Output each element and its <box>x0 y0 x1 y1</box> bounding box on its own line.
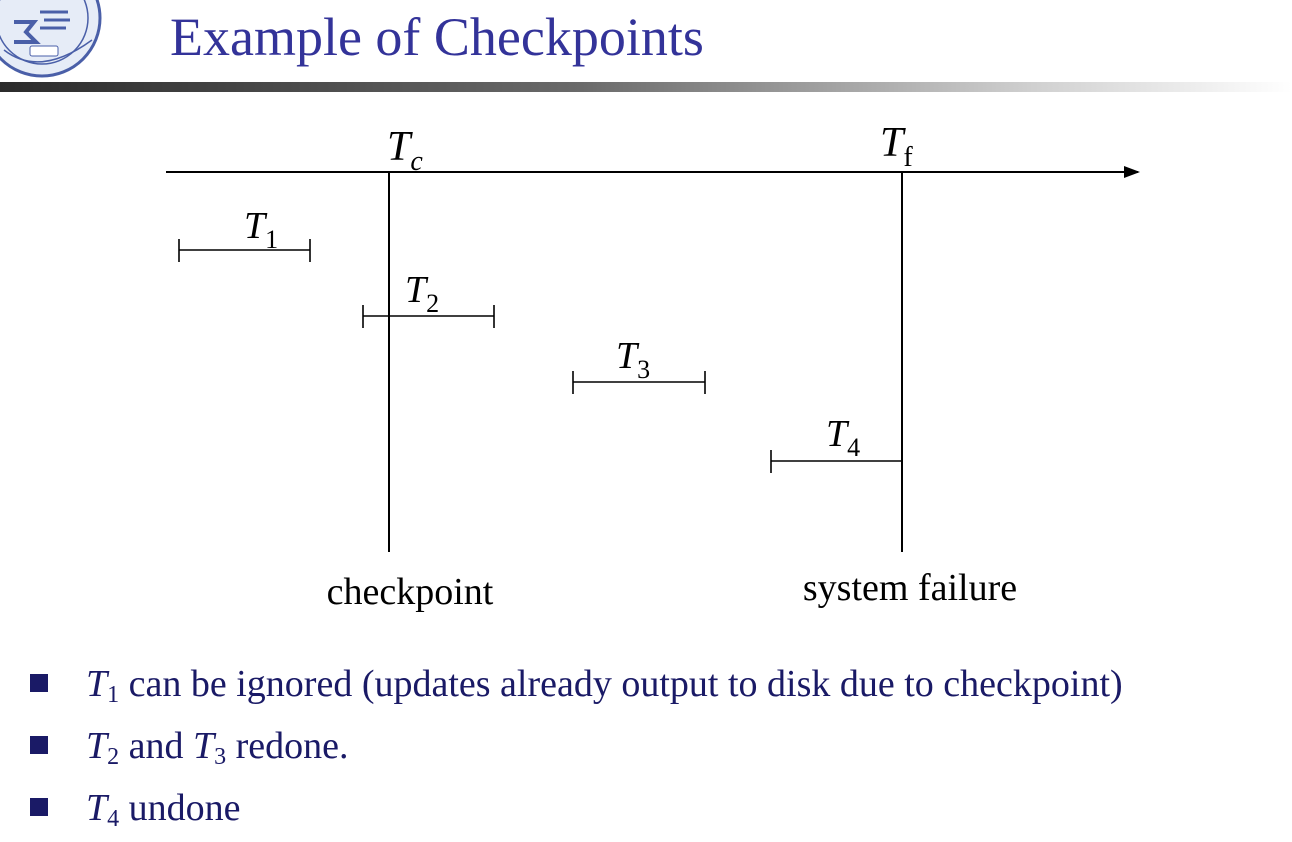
bullet-text: T2 and T3 redone. <box>86 725 349 770</box>
bullet-item-t1: T1 can be ignored (updates already outpu… <box>26 662 1292 708</box>
checkpoint-marker-symbol: T <box>387 124 413 170</box>
bullet-square-icon <box>30 674 48 692</box>
checkpoint-marker-label: Tc <box>387 124 423 177</box>
transaction-t4-label: T4 <box>826 413 860 462</box>
transaction-t3-label: T3 <box>616 335 650 384</box>
transaction-t2-label: T2 <box>405 269 439 318</box>
failure-marker-subscript: f <box>903 142 913 173</box>
bullet-square-icon <box>30 798 48 816</box>
checkpoint-timeline-diagram: Tc Tf T1 T2 T3 T4 checkpoint system fail… <box>166 120 1140 613</box>
system-failure-caption: system failure <box>803 567 1017 609</box>
bullet-item-t4: T4 undone <box>26 786 1292 832</box>
failure-marker-label: Tf <box>880 120 913 173</box>
bullet-text: T1 can be ignored (updates already outpu… <box>86 663 1123 708</box>
transaction-t1-label: T1 <box>244 205 278 254</box>
bullet-item-t2-t3: T2 and T3 redone. <box>26 724 1292 770</box>
failure-marker-symbol: T <box>880 120 906 166</box>
checkpoint-caption: checkpoint <box>327 571 494 613</box>
bullet-text: T4 undone <box>86 787 241 832</box>
checkpoint-marker-subscript: c <box>410 146 423 177</box>
bullet-square-icon <box>30 736 48 754</box>
